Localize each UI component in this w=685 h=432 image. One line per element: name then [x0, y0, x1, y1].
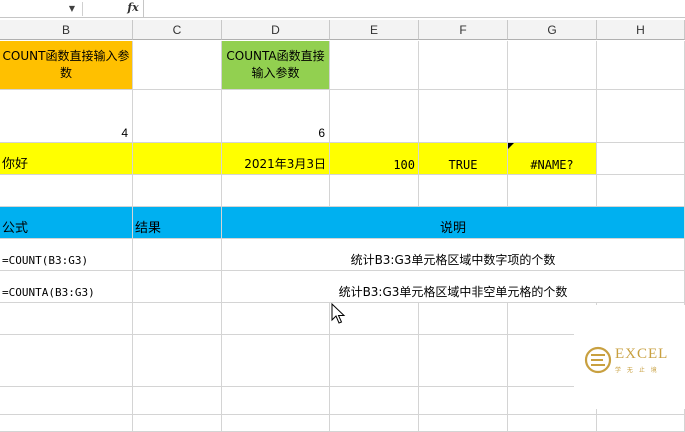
cell-d7-merged[interactable]: 统计B3:G3单元格区域中非空单元格的个数: [222, 271, 685, 303]
cell-c9[interactable]: [133, 335, 222, 387]
cell-f8[interactable]: [419, 303, 508, 335]
cell-c10[interactable]: [133, 387, 222, 415]
cell-d1[interactable]: COUNTA函数直接输入参数: [222, 41, 330, 90]
cell-b4[interactable]: [0, 175, 133, 207]
column-header-d[interactable]: D: [222, 20, 330, 40]
formula-input[interactable]: [144, 0, 685, 17]
cell-d5-text: 说明: [439, 221, 466, 236]
cell-d3-text: 2021年3月3日: [244, 157, 326, 171]
cell-b1-text: COUNT函数直接输入参数: [2, 49, 130, 80]
cell-h2[interactable]: [597, 90, 685, 143]
cell-b11[interactable]: [0, 415, 133, 432]
cell-c2[interactable]: [133, 90, 222, 143]
cell-b1[interactable]: COUNT函数直接输入参数: [0, 41, 133, 90]
cell-g1[interactable]: [508, 41, 597, 90]
cell-e9[interactable]: [330, 335, 419, 387]
cell-e4[interactable]: [330, 175, 419, 207]
cell-c5[interactable]: 结果: [133, 207, 222, 239]
cell-d5-merged[interactable]: 说明: [222, 207, 685, 239]
cell-b5-text: 公式: [2, 221, 29, 236]
insert-function-icon[interactable]: fx: [124, 0, 142, 17]
cell-c5-text: 结果: [135, 221, 162, 236]
cell-f10[interactable]: [419, 387, 508, 415]
cell-b2-text: 4: [121, 126, 128, 140]
cell-g3[interactable]: #NAME?: [508, 143, 597, 175]
column-header-g[interactable]: G: [508, 20, 597, 40]
cell-c7[interactable]: [133, 271, 222, 303]
cell-h1[interactable]: [597, 41, 685, 90]
cell-d9[interactable]: [222, 335, 330, 387]
cell-d7-text: 统计B3:G3单元格区域中非空单元格的个数: [338, 285, 568, 299]
formula-bar-separator: [82, 2, 83, 16]
cell-b5[interactable]: 公式: [0, 207, 133, 239]
cell-c11[interactable]: [133, 415, 222, 432]
cell-f3-text: TRUE: [448, 158, 478, 172]
cell-b6-text: =COUNT(B3:G3): [2, 254, 89, 267]
cell-f11[interactable]: [419, 415, 508, 432]
column-header-h[interactable]: H: [597, 20, 685, 40]
cell-g3-text: #NAME?: [530, 158, 574, 172]
cell-g2[interactable]: [508, 90, 597, 143]
cell-b3-text: 你好: [2, 157, 29, 172]
mouse-cursor-icon: [331, 303, 346, 324]
cell-f2[interactable]: [419, 90, 508, 143]
cell-b2[interactable]: 4: [0, 90, 133, 143]
column-header-f[interactable]: F: [419, 20, 508, 40]
cell-c1[interactable]: [133, 41, 222, 90]
cell-b10[interactable]: [0, 387, 133, 415]
cell-b7[interactable]: =COUNTA(B3:G3): [0, 271, 133, 303]
cell-d8[interactable]: [222, 303, 330, 335]
cell-d3[interactable]: 2021年3月3日: [222, 143, 330, 175]
cell-b8[interactable]: [0, 303, 133, 335]
error-indicator-icon: [508, 143, 514, 149]
cell-d2-text: 6: [318, 126, 325, 140]
cell-d10[interactable]: [222, 387, 330, 415]
cell-h3[interactable]: [597, 143, 685, 175]
cell-f1[interactable]: [419, 41, 508, 90]
cell-c4[interactable]: [133, 175, 222, 207]
excel-logo-watermark: EXCEL 学 无 止 境: [574, 305, 685, 409]
cell-d2[interactable]: 6: [222, 90, 330, 143]
column-header-e[interactable]: E: [330, 20, 419, 40]
cell-h4[interactable]: [597, 175, 685, 207]
cell-d1-text: COUNTA函数直接输入参数: [226, 49, 325, 80]
cell-e1[interactable]: [330, 41, 419, 90]
cell-g4[interactable]: [508, 175, 597, 207]
cell-d6-text: 统计B3:G3单元格区域中数字项的个数: [350, 253, 556, 267]
cell-e11[interactable]: [330, 415, 419, 432]
cell-e2[interactable]: [330, 90, 419, 143]
cell-d6-merged[interactable]: 统计B3:G3单元格区域中数字项的个数: [222, 239, 685, 271]
cell-h11[interactable]: [597, 415, 685, 432]
cell-e10[interactable]: [330, 387, 419, 415]
cell-f3[interactable]: TRUE: [419, 143, 508, 175]
cell-b3[interactable]: 你好: [0, 143, 133, 175]
cell-e3[interactable]: 100: [330, 143, 419, 175]
cell-f9[interactable]: [419, 335, 508, 387]
column-header-c[interactable]: C: [133, 20, 222, 40]
name-box-dropdown-icon[interactable]: ▼: [66, 2, 78, 16]
cell-d11[interactable]: [222, 415, 330, 432]
cell-b9[interactable]: [0, 335, 133, 387]
cell-f4[interactable]: [419, 175, 508, 207]
cell-g11[interactable]: [508, 415, 597, 432]
cell-d4[interactable]: [222, 175, 330, 207]
cell-c3[interactable]: [133, 143, 222, 175]
column-header-b[interactable]: B: [0, 20, 133, 40]
cell-b6[interactable]: =COUNT(B3:G3): [0, 239, 133, 271]
cell-c6[interactable]: [133, 239, 222, 271]
cell-c8[interactable]: [133, 303, 222, 335]
logo-subtext: 学 无 止 境: [615, 367, 659, 374]
cell-b7-text: =COUNTA(B3:G3): [2, 286, 95, 299]
logo-text: EXCEL: [615, 346, 669, 362]
cell-e3-text: 100: [393, 158, 415, 172]
name-box[interactable]: [0, 0, 64, 17]
